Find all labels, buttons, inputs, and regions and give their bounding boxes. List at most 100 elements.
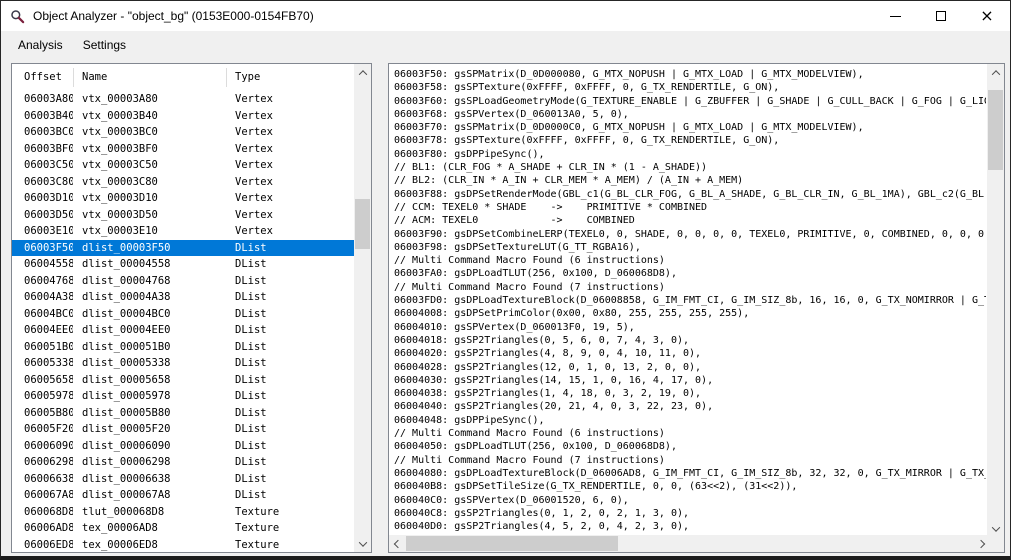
titlebar[interactable]: Object Analyzer - "object_bg" (0153E000-…	[1, 1, 1010, 31]
row-offset: 06003A80	[12, 93, 73, 105]
row-type: Vertex	[226, 225, 354, 237]
object-list-vertical-scrollbar[interactable]	[354, 64, 371, 552]
code-text: 06003F50: gsSPMatrix(D_0D000080, G_MTX_N…	[394, 68, 986, 533]
code-panel: 06003F50: gsSPMatrix(D_0D000080, G_MTX_N…	[388, 63, 1005, 553]
row-type: DList	[226, 473, 354, 485]
table-row[interactable]: 06003D10vtx_00003D10Vertex	[12, 190, 354, 207]
row-type: Vertex	[226, 126, 354, 138]
table-row[interactable]: 06006090dlist_00006090DList	[12, 438, 354, 455]
maximize-button[interactable]	[918, 1, 964, 31]
table-row[interactable]: 06003C50vtx_00003C50Vertex	[12, 157, 354, 174]
row-offset: 06006AD8	[12, 522, 73, 534]
minimize-icon	[890, 16, 901, 17]
scrollbar-thumb[interactable]	[406, 536, 618, 551]
row-type: Texture	[226, 522, 354, 534]
scrollbar-corner	[987, 535, 1004, 552]
row-name: dlist_00005658	[73, 374, 226, 386]
column-header-offset[interactable]: Offset	[12, 64, 73, 91]
table-row[interactable]: 06005B80dlist_00005B80DList	[12, 405, 354, 422]
table-row[interactable]: 06003A80vtx_00003A80Vertex	[12, 91, 354, 108]
table-row[interactable]: 06005978dlist_00005978DList	[12, 388, 354, 405]
table-row[interactable]: 06003F50dlist_00003F50DList	[12, 240, 354, 257]
row-type: DList	[226, 308, 354, 320]
scrollbar-thumb[interactable]	[355, 199, 370, 249]
menu-analysis[interactable]: Analysis	[8, 31, 73, 58]
row-name: dlist_000067A8	[73, 489, 226, 501]
row-name: dlist_00006090	[73, 440, 226, 452]
row-offset: 06003C80	[12, 176, 73, 188]
chevron-right-icon	[976, 539, 984, 547]
scroll-up-button[interactable]	[987, 64, 1004, 81]
row-offset: 06006638	[12, 473, 73, 485]
table-row[interactable]: 06006298dlist_00006298DList	[12, 454, 354, 471]
row-name: vtx_00003C50	[73, 159, 226, 171]
row-offset: 06003BF0	[12, 143, 73, 155]
table-row[interactable]: 06005338dlist_00005338DList	[12, 355, 354, 372]
chevron-up-icon	[358, 70, 366, 78]
table-row[interactable]: 06004768dlist_00004768DList	[12, 273, 354, 290]
table-row[interactable]: 06005F20dlist_00005F20DList	[12, 421, 354, 438]
object-list-header: Offset Name Type	[12, 64, 354, 91]
table-row[interactable]: 060068D8tlut_000068D8Texture	[12, 504, 354, 521]
row-name: dlist_00006298	[73, 456, 226, 468]
column-header-name[interactable]: Name	[73, 64, 226, 91]
scroll-up-button[interactable]	[354, 64, 371, 81]
table-row[interactable]: 06006AD8tex_00006AD8Texture	[12, 520, 354, 537]
row-type: DList	[226, 456, 354, 468]
row-offset: 06004BC0	[12, 308, 73, 320]
row-offset: 06003B40	[12, 110, 73, 122]
object-list-panel: Offset Name Type 06003A80vtx_00003A80Ver…	[11, 63, 372, 553]
object-list: Offset Name Type 06003A80vtx_00003A80Ver…	[12, 64, 354, 552]
row-type: Vertex	[226, 143, 354, 155]
table-row[interactable]: 06003B40vtx_00003B40Vertex	[12, 108, 354, 125]
scroll-left-button[interactable]	[389, 535, 406, 552]
table-row[interactable]: 06006ED8tex_00006ED8Texture	[12, 537, 354, 553]
menu-settings[interactable]: Settings	[73, 31, 136, 58]
table-row[interactable]: 06004EE0dlist_00004EE0DList	[12, 322, 354, 339]
table-row[interactable]: 06003C80vtx_00003C80Vertex	[12, 174, 354, 191]
row-type: DList	[226, 489, 354, 501]
row-offset: 06005B80	[12, 407, 73, 419]
row-type: DList	[226, 258, 354, 270]
minimize-button[interactable]	[872, 1, 918, 31]
row-name: vtx_00003BF0	[73, 143, 226, 155]
table-row[interactable]: 060051B0dlist_000051B0DList	[12, 339, 354, 356]
table-row[interactable]: 06004A38dlist_00004A38DList	[12, 289, 354, 306]
row-offset: 06005F20	[12, 423, 73, 435]
code-viewport[interactable]: 06003F50: gsSPMatrix(D_0D000080, G_MTX_N…	[394, 68, 986, 534]
row-name: vtx_00003D50	[73, 209, 226, 221]
row-offset: 06003BC0	[12, 126, 73, 138]
row-offset: 06004558	[12, 258, 73, 270]
code-vertical-scrollbar[interactable]	[987, 64, 1004, 537]
table-row[interactable]: 06005658dlist_00005658DList	[12, 372, 354, 389]
table-row[interactable]: 060067A8dlist_000067A8DList	[12, 487, 354, 504]
row-type: Texture	[226, 506, 354, 518]
scrollbar-thumb[interactable]	[988, 90, 1003, 170]
row-type: DList	[226, 374, 354, 386]
table-row[interactable]: 06003BC0vtx_00003BC0Vertex	[12, 124, 354, 141]
row-name: dlist_00003F50	[73, 242, 226, 254]
header-separator	[73, 68, 74, 87]
table-row[interactable]: 06004558dlist_00004558DList	[12, 256, 354, 273]
table-row[interactable]: 06003D50vtx_00003D50Vertex	[12, 207, 354, 224]
chevron-up-icon	[991, 70, 999, 78]
code-horizontal-scrollbar[interactable]	[389, 535, 989, 552]
row-offset: 06003F50	[12, 242, 73, 254]
maximize-icon	[936, 11, 946, 21]
row-offset: 06005338	[12, 357, 73, 369]
row-name: tlut_000068D8	[73, 506, 226, 518]
scroll-down-button[interactable]	[354, 535, 371, 552]
row-offset: 060068D8	[12, 506, 73, 518]
table-row[interactable]: 06003BF0vtx_00003BF0Vertex	[12, 141, 354, 158]
row-type: DList	[226, 357, 354, 369]
table-row[interactable]: 06003E10vtx_00003E10Vertex	[12, 223, 354, 240]
row-offset: 06003E10	[12, 225, 73, 237]
table-row[interactable]: 06004BC0dlist_00004BC0DList	[12, 306, 354, 323]
table-row[interactable]: 06006638dlist_00006638DList	[12, 471, 354, 488]
column-header-type[interactable]: Type	[226, 64, 354, 91]
row-type: DList	[226, 390, 354, 402]
row-type: DList	[226, 291, 354, 303]
row-offset: 06003D10	[12, 192, 73, 204]
row-type: DList	[226, 423, 354, 435]
close-button[interactable]: ×	[964, 1, 1010, 31]
